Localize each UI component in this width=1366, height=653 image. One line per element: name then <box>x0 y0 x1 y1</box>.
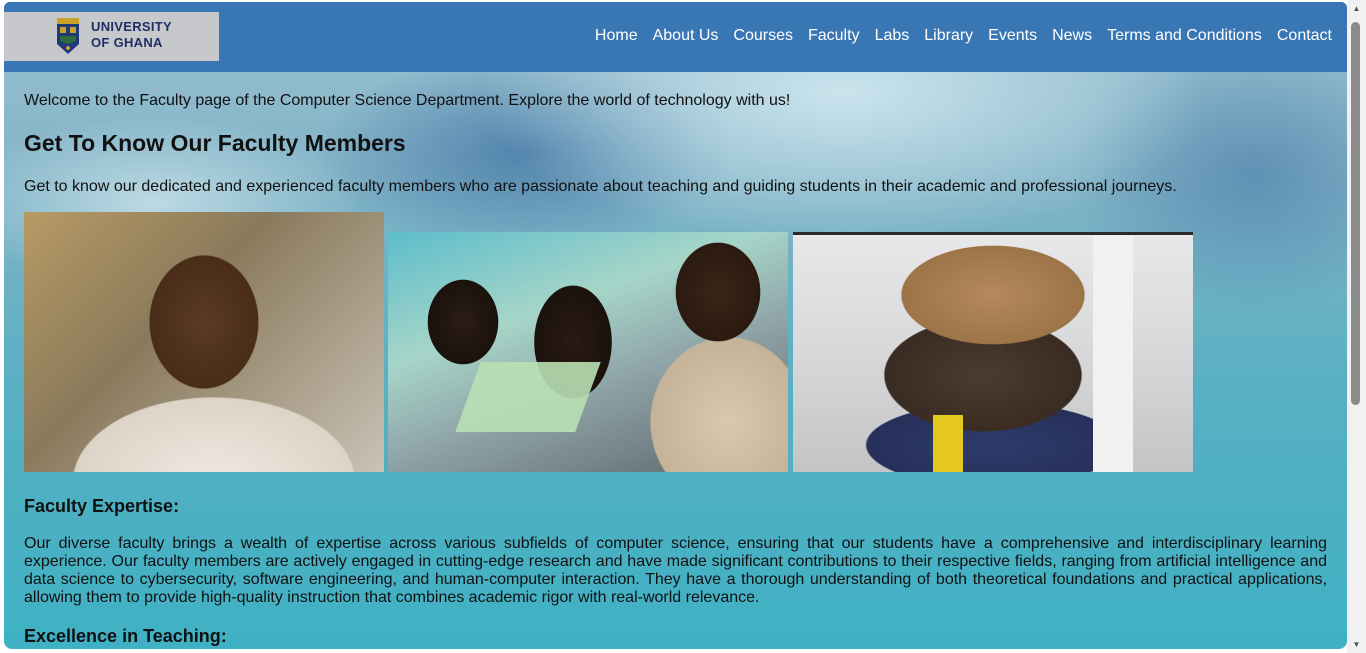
nav-about-us[interactable]: About Us <box>653 26 719 46</box>
welcome-text: Welcome to the Faculty page of the Compu… <box>24 92 791 109</box>
nav-labs[interactable]: Labs <box>875 26 910 46</box>
vertical-scrollbar[interactable]: ▲ ▼ <box>1347 0 1366 653</box>
faculty-member-portrait-image <box>24 212 384 472</box>
main-nav: Home About Us Courses Faculty Labs Libra… <box>595 26 1332 46</box>
nav-courses[interactable]: Courses <box>733 26 793 46</box>
nav-library[interactable]: Library <box>924 26 973 46</box>
faculty-expertise-heading: Faculty Expertise: <box>24 496 180 516</box>
logo-line-1: UNIVERSITY <box>91 19 173 34</box>
scroll-thumb[interactable] <box>1351 22 1360 405</box>
logo-text: UNIVERSITY OF GHANA <box>91 19 172 51</box>
students-working-on-laptops-image <box>388 232 788 472</box>
nav-home[interactable]: Home <box>595 26 638 46</box>
page-viewport: UNIVERSITY OF GHANA Home About Us Course… <box>4 2 1347 649</box>
page-title: Get To Know Our Faculty Members <box>24 130 406 156</box>
faculty-expertise-text: Our diverse faculty brings a wealth of e… <box>24 535 1327 606</box>
scroll-up-arrow-icon[interactable]: ▲ <box>1347 0 1366 17</box>
scroll-down-arrow-icon[interactable]: ▼ <box>1347 636 1366 653</box>
group-photo-with-boxes-image <box>793 232 1193 472</box>
excellence-in-teaching-heading: Excellence in Teaching: <box>24 626 227 646</box>
university-logo[interactable]: UNIVERSITY OF GHANA <box>4 12 219 61</box>
nav-events[interactable]: Events <box>988 26 1037 46</box>
university-crest-icon <box>57 18 79 54</box>
nav-contact[interactable]: Contact <box>1277 26 1332 46</box>
logo-line-2: OF GHANA <box>91 35 163 50</box>
intro-text: Get to know our dedicated and experience… <box>24 178 1177 195</box>
nav-faculty[interactable]: Faculty <box>808 26 860 46</box>
nav-terms-and-conditions[interactable]: Terms and Conditions <box>1107 26 1262 46</box>
navbar: UNIVERSITY OF GHANA Home About Us Course… <box>4 2 1347 72</box>
nav-news[interactable]: News <box>1052 26 1092 46</box>
